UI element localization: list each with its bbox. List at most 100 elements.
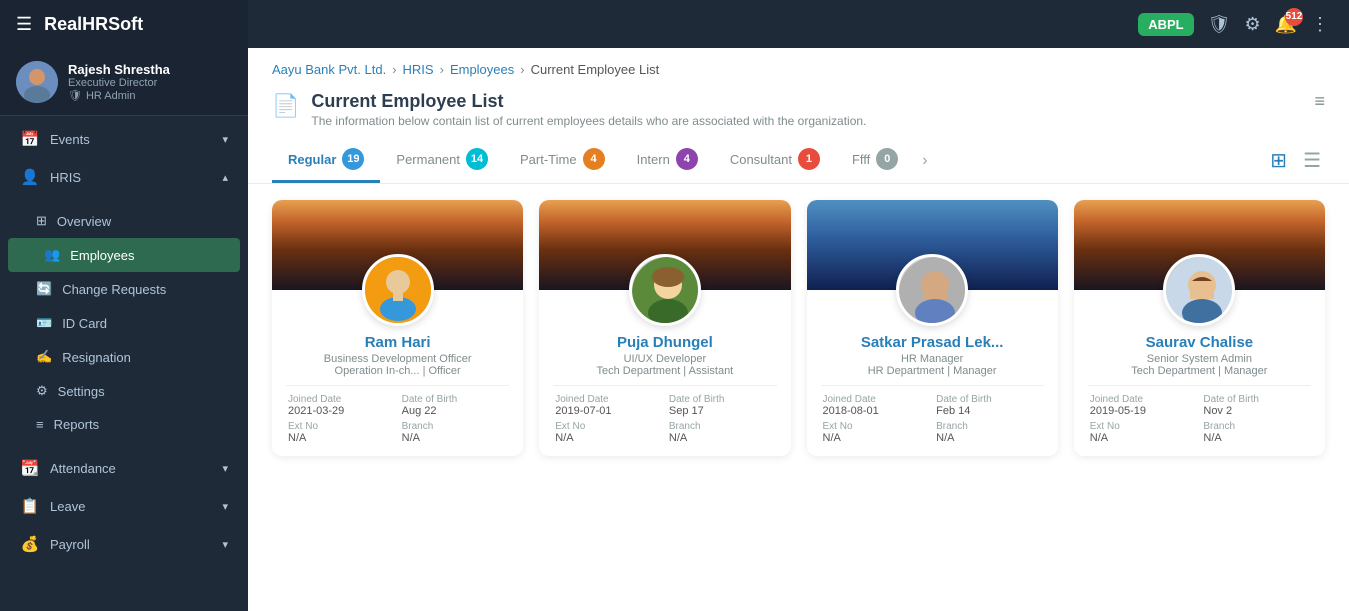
tab-parttime-count: 4: [583, 148, 605, 170]
sidebar-item-leave[interactable]: 📋 Leave ▾: [0, 487, 248, 525]
id-card-icon: 🪪: [36, 315, 52, 331]
employee-role: Business Development Officer: [286, 353, 509, 365]
sidebar-item-payroll[interactable]: 💰 Payroll ▾: [0, 525, 248, 563]
employee-role: HR Manager: [821, 353, 1044, 365]
more-options-icon[interactable]: ⋮: [1311, 14, 1329, 35]
list-view-icon[interactable]: ☰: [1299, 144, 1325, 177]
payroll-icon: 💰: [20, 535, 40, 553]
employee-dept: Operation In-ch... | Officer: [286, 365, 509, 377]
employee-name: Puja Dhungel: [553, 334, 776, 351]
view-toggle: ⊞ ☰: [1266, 144, 1325, 177]
tab-scroll-right-icon[interactable]: ›: [914, 142, 935, 180]
chevron-down-icon: ▾: [222, 462, 228, 475]
branch-value: N/A: [402, 432, 508, 444]
card-body: Ram Hari Business Development Officer Op…: [272, 326, 523, 456]
tabs-bar: Regular 19 Permanent 14 Part-Time 4 Inte…: [248, 138, 1349, 184]
settings-icon[interactable]: ⚙: [1244, 14, 1260, 35]
user-info: Rajesh Shrestha Executive Director 🛡 HR …: [68, 62, 170, 102]
grid-view-icon[interactable]: ⊞: [1266, 144, 1291, 177]
tab-intern[interactable]: Intern 4: [621, 138, 714, 183]
joined-value: 2021-03-29: [288, 405, 394, 417]
avatar: [629, 254, 701, 326]
employee-card[interactable]: Saurav Chalise Senior System Admin Tech …: [1074, 200, 1325, 456]
card-body: Saurav Chalise Senior System Admin Tech …: [1074, 326, 1325, 456]
sidebar: ☰ RealHRSoft Rajesh Shrestha Executive D…: [0, 0, 248, 611]
tab-ffff-count: 0: [876, 148, 898, 170]
sidebar-item-employees[interactable]: 👥 Employees: [8, 238, 240, 272]
user-role: 🛡 HR Admin: [68, 89, 170, 102]
tab-permanent[interactable]: Permanent 14: [380, 138, 504, 183]
hris-subnav: ⊞ Overview 👥 Employees 🔄 Change Requests…: [0, 200, 248, 445]
card-body: Puja Dhungel UI/UX Developer Tech Depart…: [539, 326, 790, 456]
page-subtitle: The information below contain list of cu…: [311, 114, 866, 128]
sidebar-item-events[interactable]: 📅 Events ▾: [0, 120, 248, 158]
chevron-down-icon: ▾: [222, 500, 228, 513]
sidebar-item-settings[interactable]: ⚙ Settings: [0, 374, 248, 408]
chevron-down-icon: ▾: [222, 133, 228, 146]
employee-dept: Tech Department | Manager: [1088, 365, 1311, 377]
user-name: Rajesh Shrestha: [68, 62, 170, 77]
employees-grid: Ram Hari Business Development Officer Op…: [248, 184, 1349, 472]
breadcrumb-hris[interactable]: HRIS: [403, 62, 434, 77]
topbar: ABPL 🛡 ⚙ 🔔 512 ⋮: [248, 0, 1349, 48]
employee-name: Saurav Chalise: [1088, 334, 1311, 351]
nav-section-other: 📆 Attendance ▾ 📋 Leave ▾ 💰 Payroll ▾: [0, 445, 248, 567]
tab-ffff[interactable]: Ffff 0: [836, 138, 914, 183]
resignation-icon: ✍: [36, 349, 52, 365]
breadcrumb-current: Current Employee List: [531, 62, 660, 77]
sidebar-item-resignation[interactable]: ✍ Resignation: [0, 340, 248, 374]
chevron-up-icon: ▴: [222, 171, 228, 184]
card-details: Joined Date 2021-03-29 Date of Birth Aug…: [286, 394, 509, 444]
sidebar-item-reports[interactable]: ≡ Reports: [0, 408, 248, 441]
employee-card[interactable]: Ram Hari Business Development Officer Op…: [272, 200, 523, 456]
hamburger-icon[interactable]: ☰: [16, 14, 32, 35]
employee-name: Satkar Prasad Lek...: [821, 334, 1044, 351]
leave-icon: 📋: [20, 497, 40, 515]
sidebar-item-overview[interactable]: ⊞ Overview: [0, 204, 248, 238]
tab-part-time[interactable]: Part-Time 4: [504, 138, 621, 183]
dob-label: Date of Birth: [402, 394, 508, 405]
branch-label: Branch: [402, 421, 508, 432]
sidebar-item-hris[interactable]: 👤 HRIS ▴: [0, 158, 248, 196]
employee-card[interactable]: Satkar Prasad Lek... HR Manager HR Depar…: [807, 200, 1058, 456]
change-requests-icon: 🔄: [36, 281, 52, 297]
card-details: Joined Date 2018-08-01 Date of Birth Feb…: [821, 394, 1044, 444]
sidebar-header: ☰ RealHRSoft: [0, 0, 248, 49]
card-avatar-wrapper: [807, 254, 1058, 326]
hris-icon: 👤: [20, 168, 40, 186]
tab-intern-count: 4: [676, 148, 698, 170]
tab-regular-count: 19: [342, 148, 364, 170]
breadcrumb-org[interactable]: Aayu Bank Pvt. Ltd.: [272, 62, 386, 77]
card-details: Joined Date 2019-07-01 Date of Birth Sep…: [553, 394, 776, 444]
avatar: [1163, 254, 1235, 326]
tab-consultant[interactable]: Consultant 1: [714, 138, 836, 183]
sidebar-item-id-card[interactable]: 🪪 ID Card: [0, 306, 248, 340]
user-title: Executive Director: [68, 77, 170, 89]
employee-dept: HR Department | Manager: [821, 365, 1044, 377]
filter-icon[interactable]: ≡: [1314, 91, 1325, 112]
shield-icon[interactable]: 🛡: [1208, 14, 1231, 35]
tab-permanent-count: 14: [466, 148, 488, 170]
sidebar-item-attendance[interactable]: 📆 Attendance ▾: [0, 449, 248, 487]
breadcrumb-employees[interactable]: Employees: [450, 62, 514, 77]
page-icon: 📄: [272, 93, 299, 119]
notification-icon[interactable]: 🔔 512: [1275, 14, 1297, 35]
nav-section-events: 📅 Events ▾ 👤 HRIS ▴: [0, 116, 248, 200]
employee-card[interactable]: Puja Dhungel UI/UX Developer Tech Depart…: [539, 200, 790, 456]
card-avatar-wrapper: [1074, 254, 1325, 326]
sidebar-item-change-requests[interactable]: 🔄 Change Requests: [0, 272, 248, 306]
content-area: Aayu Bank Pvt. Ltd. › HRIS › Employees ›…: [248, 48, 1349, 611]
attendance-icon: 📆: [20, 459, 40, 477]
ext-value: N/A: [288, 432, 394, 444]
avatar: [896, 254, 968, 326]
ext-label: Ext No: [288, 421, 394, 432]
page-title: Current Employee List: [311, 91, 866, 112]
avatar: [362, 254, 434, 326]
org-badge: ABPL: [1138, 13, 1193, 36]
reports-icon: ≡: [36, 417, 44, 432]
breadcrumb: Aayu Bank Pvt. Ltd. › HRIS › Employees ›…: [248, 48, 1349, 77]
employee-role: Senior System Admin: [1088, 353, 1311, 365]
app-title: RealHRSoft: [44, 14, 143, 35]
card-details: Joined Date 2019-05-19 Date of Birth Nov…: [1088, 394, 1311, 444]
tab-regular[interactable]: Regular 19: [272, 138, 380, 183]
